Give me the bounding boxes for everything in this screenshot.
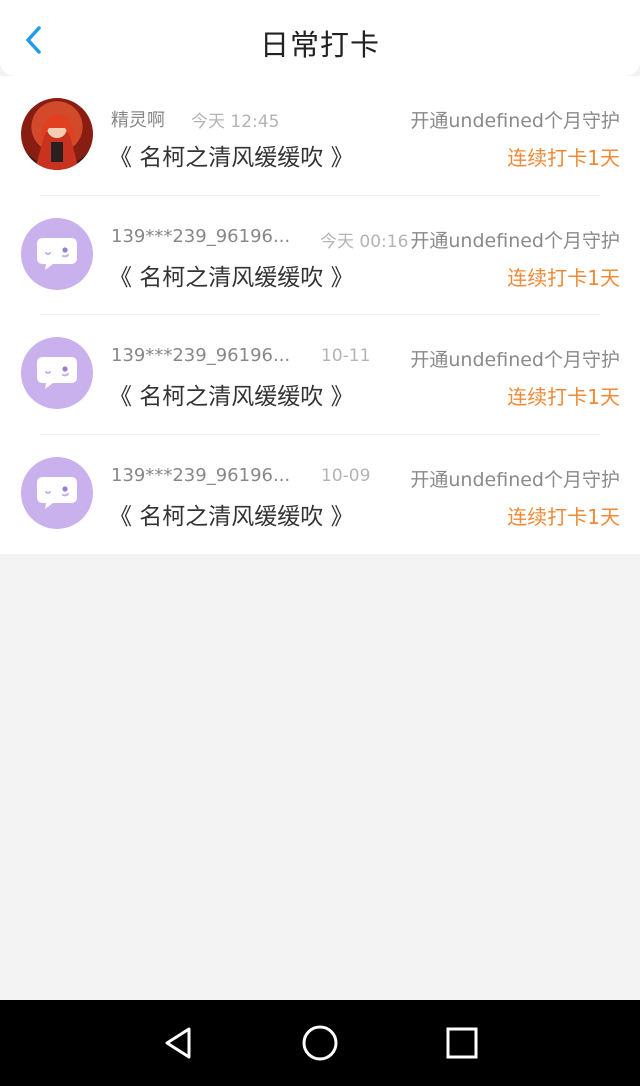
top-bar: 日常打卡 (0, 0, 640, 76)
streak-badge: 连续打卡1天 (507, 504, 620, 529)
checkin-time: 10-11 (321, 346, 371, 366)
user-photo-icon (35, 114, 79, 170)
chat-bubble-icon (37, 357, 77, 389)
username: 139***239_96196... (111, 345, 291, 366)
guard-text: 开通undefined个月守护 (408, 345, 620, 372)
circle-home-icon (302, 1025, 338, 1061)
chat-bubble-icon (37, 237, 77, 270)
streak-badge: 连续打卡1天 (507, 146, 620, 170)
book-title[interactable]: 《 名柯之清风缓缓吹 》 (109, 497, 354, 531)
book-title[interactable]: 《 名柯之清风缓缓吹 》 (109, 138, 354, 172)
username: 精灵啊 (111, 110, 165, 131)
chat-bubble-icon (37, 476, 77, 509)
checkin-time: 今天 00:16 (320, 231, 409, 252)
book-title[interactable]: 《 名柯之清风缓缓吹 》 (109, 258, 354, 292)
checkin-time: 今天 12:45 (191, 112, 280, 132)
guard-text: 开通undefined个月守护 (408, 464, 620, 492)
streak-badge: 连续打卡1天 (507, 385, 620, 409)
triangle-back-icon (165, 1027, 191, 1059)
checkin-row[interactable]: 139***239_96196... 10-09 开通undefined个月守护… (0, 435, 640, 555)
avatar[interactable] (21, 98, 93, 170)
checkin-row[interactable]: 精灵啊 今天 12:45 开通undefined个月守护 《 名柯之清风缓缓吹 … (0, 76, 640, 196)
nav-recents-button[interactable] (440, 1021, 484, 1065)
username: 139***239_96196... (111, 225, 291, 247)
page-title: 日常打卡 (259, 28, 380, 62)
username: 139***239_96196... (111, 464, 291, 486)
checkin-list: 精灵啊 今天 12:45 开通undefined个月守护 《 名柯之清风缓缓吹 … (0, 76, 640, 554)
checkin-time: 10-09 (321, 465, 371, 486)
square-recents-icon (446, 1027, 478, 1059)
guard-text: 开通undefined个月守护 (408, 106, 620, 133)
checkin-row[interactable]: 139***239_96196... 今天 00:16 开通undefined个… (0, 196, 640, 316)
guard-text: 开通undefined个月守护 (408, 225, 620, 253)
checkin-row[interactable]: 139***239_96196... 10-11 开通undefined个月守护… (0, 315, 640, 435)
streak-badge: 连续打卡1天 (507, 265, 620, 290)
book-title[interactable]: 《 名柯之清风缓缓吹 》 (109, 377, 354, 411)
avatar[interactable] (21, 337, 93, 409)
nav-back-button[interactable] (156, 1021, 200, 1065)
system-nav-bar (0, 1000, 640, 1086)
avatar[interactable] (21, 217, 93, 290)
avatar[interactable] (21, 456, 93, 529)
nav-home-button[interactable] (298, 1021, 342, 1065)
